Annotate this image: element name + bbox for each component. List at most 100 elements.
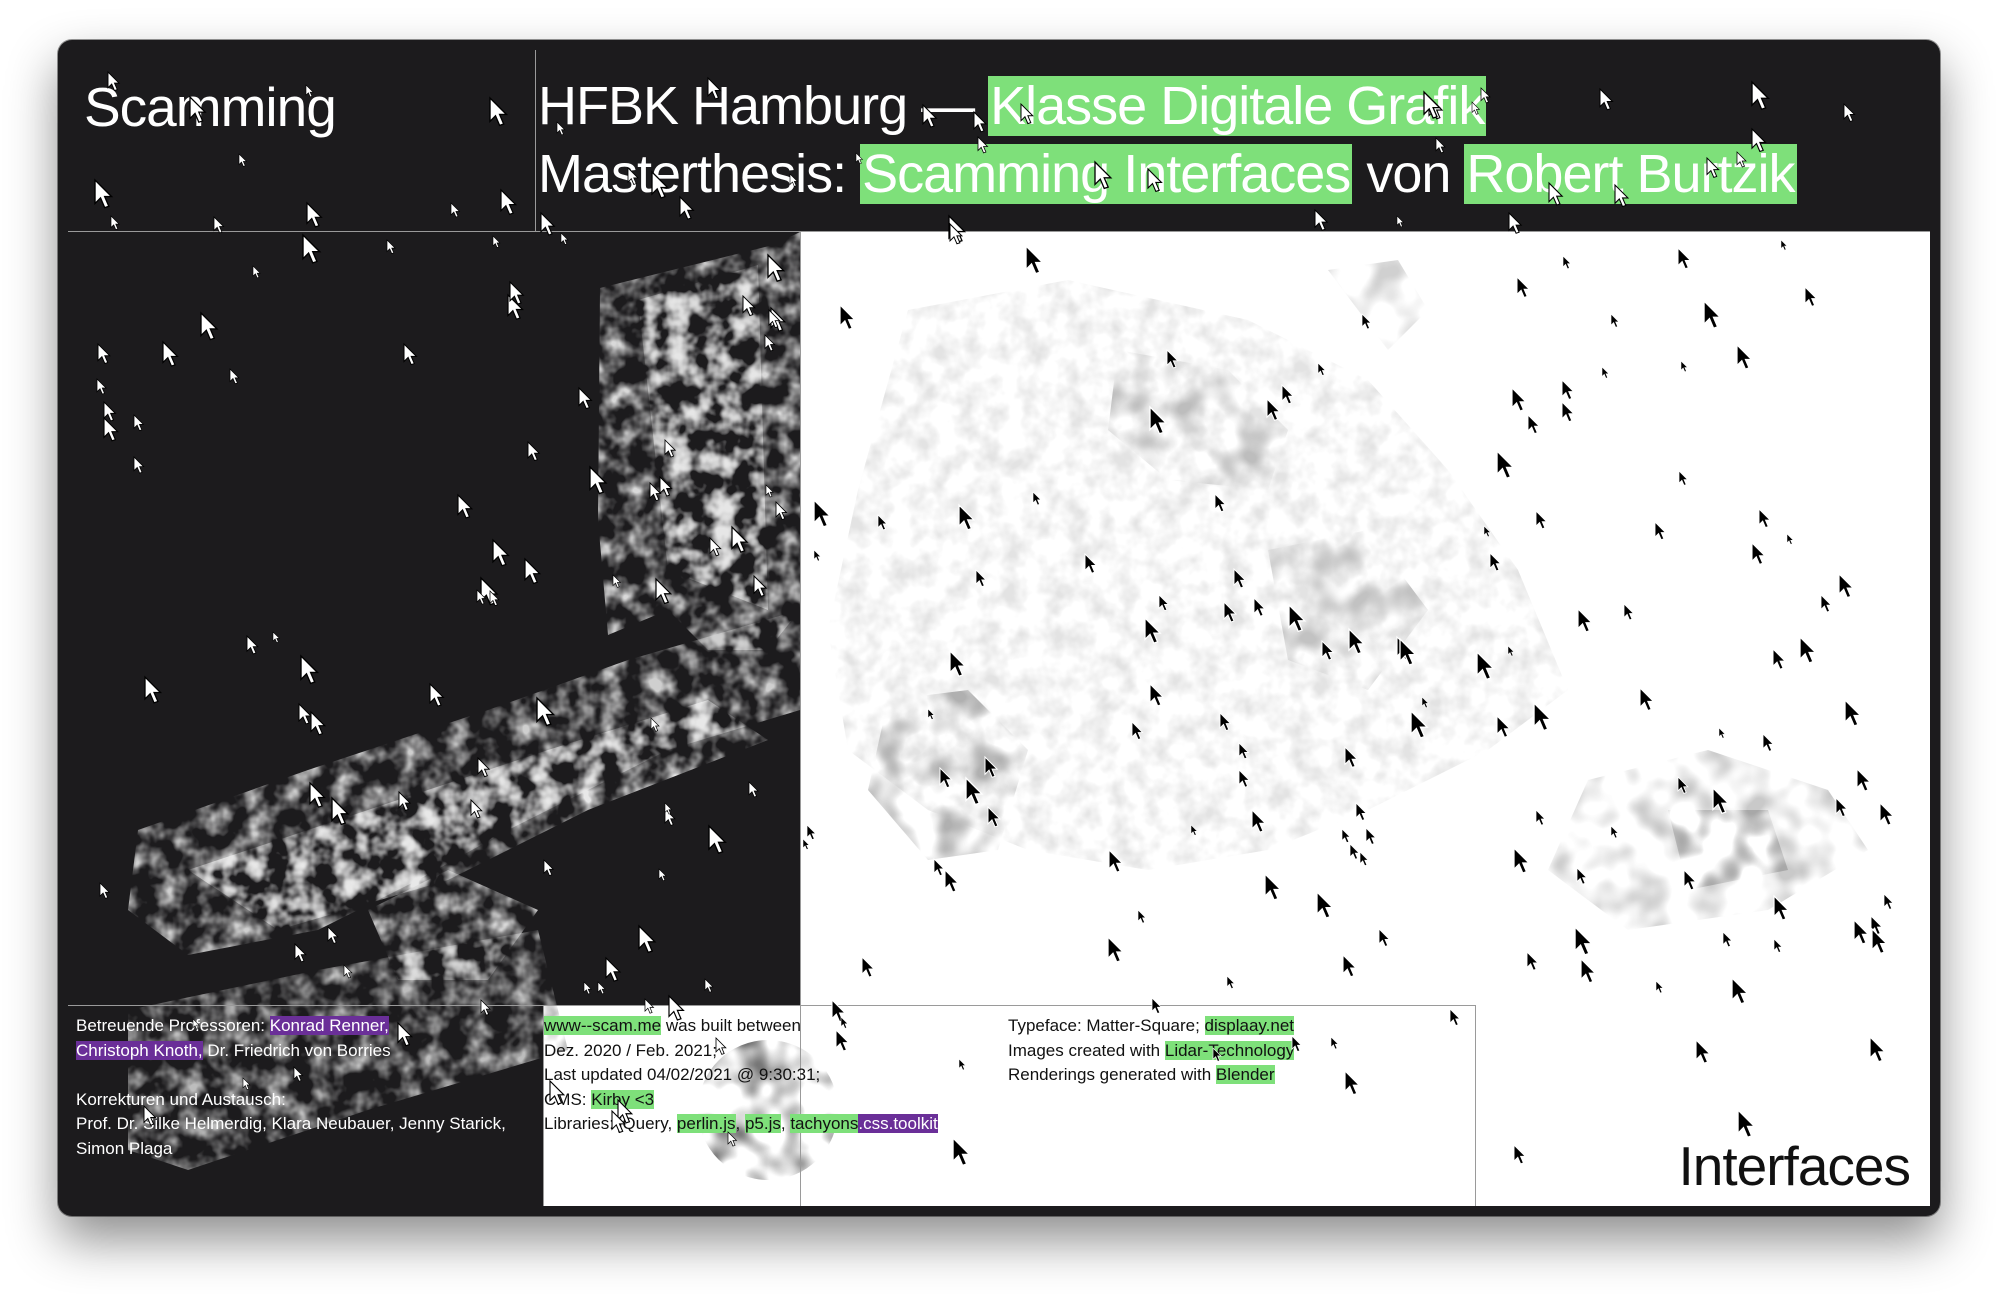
arrow-cursor-icon xyxy=(1706,156,1720,178)
arrow-cursor-icon xyxy=(1535,809,1546,826)
arrow-cursor-icon xyxy=(1233,567,1247,589)
arrow-cursor-icon xyxy=(524,557,542,585)
arrow-cursor-icon xyxy=(556,121,566,136)
arrow-cursor-icon xyxy=(1032,491,1042,506)
arrow-cursor-icon xyxy=(589,465,608,495)
arrow-cursor-icon xyxy=(1758,507,1772,529)
arrow-cursor-icon xyxy=(840,1016,849,1029)
arrow-cursor-icon xyxy=(650,717,660,732)
arrow-cursor-icon xyxy=(1678,470,1689,486)
arrow-cursor-icon xyxy=(1772,647,1787,670)
arrow-cursor-icon xyxy=(1680,360,1689,373)
arrow-cursor-icon xyxy=(403,342,418,366)
arrow-cursor-icon xyxy=(306,201,323,228)
arrow-cursor-icon xyxy=(229,368,240,385)
arrow-cursor-icon xyxy=(1330,1036,1339,1050)
arrow-cursor-icon xyxy=(1489,551,1502,572)
arrow-cursor-icon xyxy=(294,942,307,963)
arrow-cursor-icon xyxy=(1535,509,1548,530)
arrow-cursor-icon xyxy=(1399,637,1418,666)
arrow-cursor-icon xyxy=(1804,285,1818,307)
arrow-cursor-icon xyxy=(549,1079,566,1105)
arrow-cursor-icon xyxy=(1107,935,1125,963)
arrow-cursor-icon xyxy=(327,926,339,944)
arrow-cursor-icon xyxy=(103,400,117,422)
arrow-cursor-icon xyxy=(1317,362,1327,376)
arrow-cursor-icon xyxy=(1516,275,1531,299)
arrow-cursor-icon xyxy=(1703,299,1723,330)
arrow-cursor-icon xyxy=(659,475,673,497)
arrow-cursor-icon xyxy=(1561,378,1575,401)
arrow-cursor-icon xyxy=(802,838,810,850)
arrow-cursor-icon xyxy=(1480,87,1491,104)
arrow-cursor-icon xyxy=(806,824,817,841)
arrow-cursor-icon xyxy=(543,859,555,876)
arrow-cursor-icon xyxy=(1321,639,1335,661)
arrow-cursor-icon xyxy=(1610,313,1620,328)
arrow-cursor-icon xyxy=(1421,696,1430,709)
arrow-cursor-icon xyxy=(300,654,320,685)
arrow-cursor-icon xyxy=(753,574,768,597)
arrow-cursor-icon xyxy=(110,215,120,231)
arrow-cursor-icon xyxy=(1238,768,1251,788)
arrow-cursor-icon xyxy=(1264,872,1283,901)
arrow-cursor-icon xyxy=(813,498,832,528)
arrow-cursor-icon xyxy=(1471,101,1481,115)
arrow-cursor-icon xyxy=(1147,167,1163,193)
arrow-cursor-icon xyxy=(644,998,655,1014)
arrow-cursor-icon xyxy=(1695,1038,1712,1064)
arrow-cursor-icon xyxy=(664,438,677,458)
arrow-cursor-icon xyxy=(767,253,786,282)
arrow-cursor-icon xyxy=(1190,824,1198,836)
arrow-cursor-icon xyxy=(1435,137,1446,154)
arrow-cursor-icon xyxy=(1281,383,1295,405)
arrow-cursor-icon xyxy=(1223,600,1238,623)
arrow-cursor-icon xyxy=(1712,786,1730,815)
arrow-cursor-icon xyxy=(605,956,622,982)
arrow-cursor-icon xyxy=(1844,698,1863,727)
arrow-cursor-icon xyxy=(597,981,606,995)
arrow-cursor-icon xyxy=(143,1104,157,1126)
arrow-cursor-icon xyxy=(162,340,179,367)
arrow-cursor-icon xyxy=(765,484,774,498)
arrow-cursor-icon xyxy=(679,195,695,220)
arrow-cursor-icon xyxy=(527,440,541,462)
arrow-cursor-icon xyxy=(1365,827,1377,845)
arrow-cursor-icon xyxy=(1349,843,1361,860)
arrow-cursor-icon xyxy=(298,702,313,725)
arrow-cursor-icon xyxy=(1513,1143,1527,1165)
arrow-cursor-icon xyxy=(1341,828,1351,843)
cursor-swarm xyxy=(94,70,1895,1167)
arrow-cursor-icon xyxy=(1496,714,1512,738)
arrow-cursor-icon xyxy=(1856,767,1872,792)
page-frame: Scamming Interfaces HFBK Hamburg — Klass… xyxy=(68,50,1930,1206)
arrow-cursor-icon xyxy=(1288,603,1307,633)
arrow-cursor-icon xyxy=(731,525,749,553)
arrow-cursor-icon xyxy=(707,76,722,100)
arrow-cursor-icon xyxy=(1496,449,1516,480)
arrow-cursor-icon xyxy=(1108,848,1124,873)
arrow-cursor-icon xyxy=(583,981,592,995)
arrow-cursor-icon xyxy=(457,493,474,519)
arrow-cursor-icon xyxy=(944,868,960,893)
arrow-cursor-icon xyxy=(922,103,938,128)
arrow-cursor-icon xyxy=(949,649,967,678)
arrow-cursor-icon xyxy=(1639,686,1655,712)
arrow-cursor-icon xyxy=(727,1131,738,1147)
arrow-cursor-icon xyxy=(309,781,326,808)
arrow-cursor-icon xyxy=(1737,1108,1757,1139)
arrow-cursor-icon xyxy=(97,342,111,365)
arrow-cursor-icon xyxy=(252,265,261,279)
arrow-cursor-icon xyxy=(397,1021,414,1047)
arrow-cursor-icon xyxy=(1527,413,1541,435)
arrow-cursor-icon xyxy=(1507,645,1515,657)
arrow-cursor-icon xyxy=(246,634,259,655)
arrow-cursor-icon xyxy=(133,456,145,474)
arrow-cursor-icon xyxy=(429,682,445,707)
arrow-cursor-icon xyxy=(987,805,1002,828)
arrow-cursor-icon xyxy=(103,416,120,442)
arrow-cursor-icon xyxy=(1219,711,1232,732)
arrow-cursor-icon xyxy=(1094,160,1113,190)
arrow-cursor-icon xyxy=(238,153,248,167)
arrow-cursor-icon xyxy=(1212,1047,1222,1062)
